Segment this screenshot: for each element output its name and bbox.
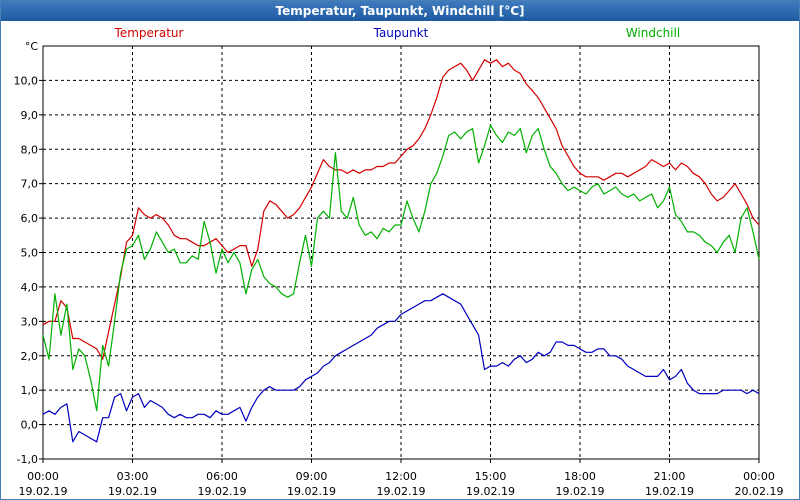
x-tick-date-label: 19.02.19 [108,485,157,498]
y-unit-label: °C [25,40,39,53]
x-tick-date-label: 19.02.19 [19,485,68,498]
y-tick-label: 9,0 [21,109,39,122]
y-tick-label: 4,0 [21,281,39,294]
chart-window: Temperatur, Taupunkt, Windchill [°C] -1,… [0,0,800,500]
legend-label-taupunkt: Taupunkt [373,26,429,40]
x-tick-time-label: 21:00 [654,470,686,483]
x-tick-date-label: 19.02.19 [198,485,247,498]
x-tick-date-label: 19.02.19 [645,485,694,498]
grid [43,46,759,459]
y-tick-label: 1,0 [21,384,39,397]
legend: Temperatur Taupunkt Windchill [114,26,681,40]
x-tick-time-label: 06:00 [206,470,238,483]
y-tick-label: 6,0 [21,212,39,225]
legend-label-temperatur: Temperatur [114,26,184,40]
legend-label-windchill: Windchill [626,26,680,40]
x-tick-time-label: 03:00 [117,470,149,483]
x-tick-time-label: 12:00 [385,470,417,483]
y-tick-label: 7,0 [21,178,39,191]
y-tick-label: 2,0 [21,350,39,363]
x-tick-date-label: 19.02.19 [466,485,515,498]
axes: -1,0 0,0 1,0 2,0 3,0 4,0 5,0 6,0 7,0 8,0 9,0 10,0 00… [14,40,784,498]
x-tick-date-label: 19.02.19 [556,485,605,498]
y-tick-label: 3,0 [21,315,39,328]
x-tick-time-label: 00:00 [743,470,775,483]
y-tick-label: -1,0 [17,453,38,466]
x-tick-time-label: 15:00 [475,470,507,483]
x-tick-time-label: 00:00 [27,470,59,483]
chart-canvas: -1,0 0,0 1,0 2,0 3,0 4,0 5,0 6,0 7,0 8,0 9,0 10,0 00… [14,26,784,498]
y-tick-label: 0,0 [21,419,39,432]
x-tick-date-label: 19.02.19 [287,485,336,498]
x-tick-date-label: 19.02.19 [377,485,426,498]
x-tick-time-label: 09:00 [296,470,328,483]
y-tick-label: 10,0 [14,74,39,87]
x-tick-time-label: 18:00 [564,470,596,483]
y-tick-label: 8,0 [21,143,39,156]
x-tick-date-label: 20.02.19 [735,485,784,498]
y-tick-label: 5,0 [21,247,39,260]
